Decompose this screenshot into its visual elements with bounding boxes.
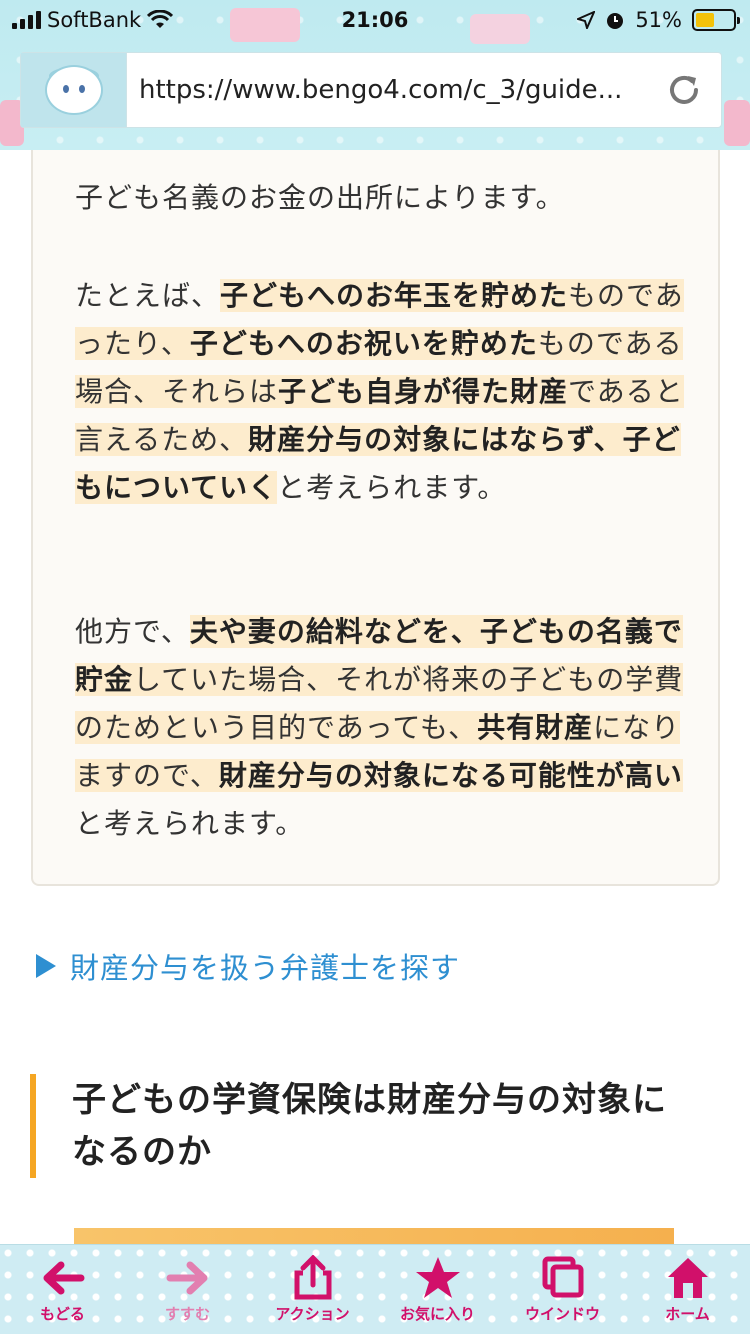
action-button[interactable]: アクション (258, 1255, 368, 1324)
windows-icon (542, 1256, 583, 1298)
avatar-face (44, 65, 103, 115)
home-label: ホーム (665, 1305, 710, 1323)
highlight-text: なる可能性が高い (450, 759, 683, 792)
home-icon (667, 1258, 708, 1298)
battery-percent: 51% (635, 8, 682, 32)
find-lawyer-link-label: 財産分与を扱う弁護士を探す (70, 951, 461, 985)
forward-label: すすむ (164, 1305, 210, 1323)
article-paragraph-1: 子ども名義のお金の出所によります。 (75, 181, 565, 214)
article-paragraph-2: たとえば、子どもへのお年玉を貯めたものであったり、子どもへのお祝いを貯めたもので… (75, 272, 685, 512)
highlight-text: 共 (477, 711, 507, 744)
window-button[interactable]: ウインドウ (508, 1255, 618, 1324)
text: たとえば、 (75, 279, 221, 312)
text: も (537, 327, 567, 360)
status-right: 51% (577, 8, 740, 32)
highlight-text: 夫や妻の給料などを、子どもの名 (189, 615, 625, 648)
location-icon (577, 11, 596, 29)
window-label: ウインドウ (524, 1305, 600, 1323)
favorites-button[interactable]: お気に入り (383, 1255, 493, 1324)
browser-header: SoftBank 21:06 51% https://www.bengo4.co… (0, 0, 750, 150)
highlight-text: 財産分与の対象 (248, 423, 452, 456)
share-icon (294, 1255, 331, 1300)
text: もの (568, 279, 627, 312)
section-heading: 子どもの学資保険は財産分与の対象になるのか (30, 1074, 700, 1178)
highlight-text: 子ども自身が得た (278, 375, 511, 408)
star-icon (415, 1257, 460, 1298)
triangle-right-icon (36, 954, 56, 978)
highlight-text: 子どもへのお祝いを貯めた (189, 327, 538, 360)
forward-button[interactable]: すすむ (133, 1255, 243, 1324)
text: 他方で、 (75, 615, 190, 648)
battery-icon (692, 9, 740, 31)
highlight-text: 有財産 (506, 711, 594, 744)
avatar[interactable] (21, 53, 127, 127)
reload-button[interactable] (647, 53, 721, 127)
text: と考えられます。 (75, 807, 305, 840)
highlight-text: 財産 (510, 375, 569, 408)
action-label: アクション (275, 1305, 350, 1323)
text: していた場合、それが将来の子ど (133, 663, 568, 696)
home-button[interactable]: ホーム (633, 1255, 743, 1324)
find-lawyer-link[interactable]: 財産分与を扱う弁護士を探す (36, 944, 460, 988)
bottom-toolbar: もどる すすむ アクション お気に入り ウインドウ ホーム (0, 1244, 750, 1334)
status-bar: SoftBank 21:06 51% (0, 0, 750, 40)
url-text[interactable]: https://www.bengo4.com/c_3/guide... (127, 75, 647, 105)
text: と考えら (277, 471, 394, 504)
highlight-text: 子どもへのお年玉を貯めた (220, 279, 569, 312)
favorites-label: お気に入り (399, 1305, 475, 1323)
back-button[interactable]: もどる (8, 1255, 118, 1324)
highlight-text: 財産分与の対象に (218, 759, 451, 792)
alarm-icon (607, 13, 624, 29)
article-paragraph-3: 他方で、夫や妻の給料などを、子どもの名義で貯金していた場合、それが将来の子どもの… (75, 608, 685, 848)
url-bar[interactable]: https://www.bengo4.com/c_3/guide... (20, 52, 722, 128)
arrow-right-icon (166, 1261, 207, 1295)
decor-block (724, 100, 750, 146)
text: れます。 (393, 471, 507, 504)
back-label: もどる (40, 1305, 85, 1323)
reload-icon (670, 75, 698, 104)
arrow-left-icon (43, 1261, 84, 1295)
article-box: 子ども名義のお金の出所によります。 たとえば、子どもへのお年玉を貯めたものであっ… (31, 150, 720, 886)
